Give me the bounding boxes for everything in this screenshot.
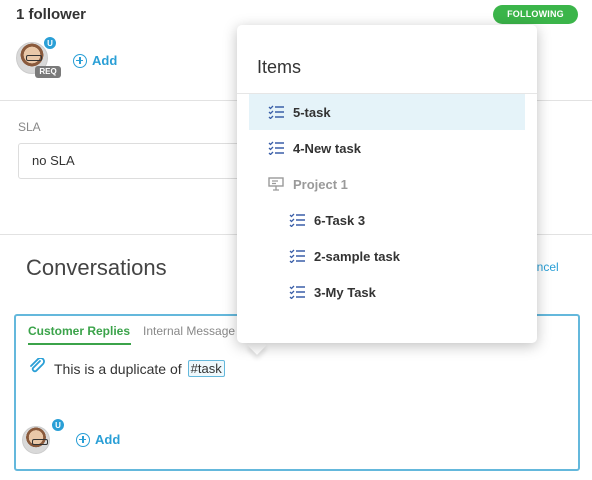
plus-circle-icon [76,432,90,447]
popup-item[interactable]: 4-New task [249,130,525,166]
task-list-icon [289,285,305,299]
tab-customer-replies[interactable]: Customer Replies [28,324,131,345]
popup-item[interactable]: 6-Task 3 [249,202,525,238]
follower-avatar[interactable]: U REQ [16,36,61,78]
following-button[interactable]: FOLLOWING [493,5,578,24]
user-badge: U [43,36,57,50]
task-list-icon [289,213,305,227]
tab-internal-message[interactable]: Internal Message [143,324,235,338]
popup-item-label: 4-New task [293,140,361,156]
popup-item-label: 3-My Task [314,284,376,300]
popup-title: Items [257,57,302,77]
add-follower-label: Add [92,53,118,68]
user-badge: U [51,418,65,432]
composer-avatar[interactable]: U [22,418,65,462]
conversations-title: Conversations [26,255,167,280]
task-list-icon [268,105,284,119]
paperclip-icon[interactable] [28,358,46,374]
popup-item-label: 6-Task 3 [314,212,366,228]
popup-item[interactable]: 3-My Task [249,274,525,310]
task-list-icon [289,249,305,263]
project-board-icon [268,177,284,191]
sla-label: SLA [18,120,41,134]
avatar-image [22,426,50,454]
followers-title: 1 follower [16,6,87,23]
items-popup: Items 5-task 4-New task Project 1 6-Task… [237,25,537,343]
popup-group-label: Project 1 [293,176,348,192]
task-mention[interactable]: #task [187,360,225,377]
requester-badge: REQ [35,66,61,78]
add-participant-button[interactable]: Add [76,432,120,447]
popup-item-label: 2-sample task [314,248,400,264]
popup-item-label: 5-task [293,104,331,120]
plus-circle-icon [73,53,87,68]
popup-item[interactable]: 2-sample task [249,238,525,274]
message-text: This is a duplicate of [54,360,182,377]
add-participant-label: Add [95,432,121,447]
popup-group-header: Project 1 [249,166,525,202]
popup-item[interactable]: 5-task [249,94,525,130]
task-list-icon [268,141,284,155]
message-body[interactable]: This is a duplicate of #task [54,360,225,377]
add-follower-button[interactable]: Add [73,53,117,68]
